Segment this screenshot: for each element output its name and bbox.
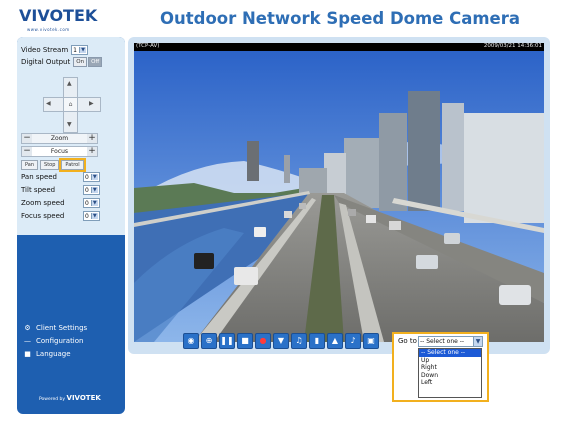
focus-label: Focus: [50, 148, 69, 155]
chevron-down-icon: ▼: [79, 47, 86, 53]
logo-text: VIVOTEK: [19, 6, 98, 25]
speaker-icon[interactable]: ♫: [291, 333, 307, 349]
stop-icon[interactable]: ■: [237, 333, 253, 349]
sidebar: Video Stream 1 ▼ Digital Output On Off ▲…: [17, 37, 125, 414]
goto-options-list: -- Select one -- Up Right Down Left: [418, 348, 482, 398]
arrow-down-icon[interactable]: ▼: [67, 121, 72, 128]
chevron-down-icon: ▼: [90, 174, 98, 180]
stop-button[interactable]: Stop: [40, 160, 60, 170]
zoom-speed-value: 0: [85, 199, 89, 207]
tilt-speed-value: 0: [85, 186, 89, 194]
video-overlay-bar: (TCP-AV) 2009/03/21 14:36:01: [134, 43, 544, 51]
vivotek-logo: VIVOTEK www.vivotek.com: [19, 6, 114, 33]
pan-speed-row: Pan speed 0 ▼: [21, 172, 100, 182]
focus-speed-value: 0: [85, 212, 89, 220]
stream-protocol: (TCP-AV): [136, 43, 160, 49]
video-stream-select[interactable]: 1 ▼: [71, 45, 88, 55]
video-panel: (TCP-AV) 2009/03/21 14:36:01: [128, 37, 550, 354]
sidebar-item-language[interactable]: ■ Language: [23, 347, 87, 360]
chevron-down-icon: ▼: [90, 200, 98, 206]
chevron-down-icon: ▼: [90, 187, 98, 193]
pan-button[interactable]: Pan: [21, 160, 39, 170]
chevron-down-icon: ▼: [473, 337, 482, 346]
wrench-icon: —: [24, 336, 31, 345]
pause-icon[interactable]: ❚❚: [219, 333, 235, 349]
digital-zoom-icon[interactable]: ⊕: [201, 333, 217, 349]
camera-page: Video Stream 1 ▼ Digital Output On Off ▲…: [0, 0, 571, 423]
sidebar-links: ⚙ Client Settings — Configuration ■ Lang…: [23, 321, 87, 360]
goto-option[interactable]: -- Select one --: [419, 349, 481, 357]
mic-mute-icon[interactable]: ♪: [345, 333, 361, 349]
home-icon[interactable]: ⌂: [63, 97, 78, 112]
focus-near-button[interactable]: −: [22, 147, 32, 156]
zoom-control: − Zoom +: [21, 133, 98, 144]
fullscreen-icon[interactable]: ▣: [363, 333, 379, 349]
zoom-speed-select[interactable]: 0 ▼: [83, 198, 100, 208]
video-stream-row: Video Stream 1 ▼: [21, 45, 88, 55]
video-stream-value: 1: [73, 46, 77, 54]
powered-by-text: Powered by: [39, 397, 66, 402]
tilt-speed-select[interactable]: 0 ▼: [83, 185, 100, 195]
arrow-right-icon[interactable]: ▶: [89, 100, 94, 107]
talk-icon[interactable]: ▮: [309, 333, 325, 349]
zoom-speed-row: Zoom speed 0 ▼: [21, 198, 100, 208]
patrol-buttons: Pan Stop Patrol: [21, 158, 86, 172]
zoom-speed-label: Zoom speed: [21, 199, 65, 207]
focus-speed-label: Focus speed: [21, 212, 65, 220]
focus-speed-select[interactable]: 0 ▼: [83, 211, 100, 221]
gear-icon: ⚙: [24, 323, 31, 332]
record-icon[interactable]: ●: [255, 333, 271, 349]
focus-control: − Focus +: [21, 146, 98, 157]
arrow-left-icon[interactable]: ◀: [46, 100, 51, 107]
goto-option[interactable]: Up: [419, 357, 481, 365]
pan-speed-value: 0: [85, 173, 89, 181]
tilt-speed-label: Tilt speed: [21, 186, 56, 194]
video-timestamp: 2009/03/21 14:36:01: [483, 43, 542, 49]
volume-icon[interactable]: ▼: [273, 333, 289, 349]
zoom-in-button[interactable]: +: [87, 134, 97, 143]
goto-select[interactable]: -- Select one -- ▼: [418, 336, 483, 347]
page-title: Outdoor Network Speed Dome Camera: [159, 9, 521, 28]
goto-preset: Go to -- Select one -- ▼ -- Select one -…: [392, 332, 489, 402]
digital-output-on-button[interactable]: On: [73, 57, 88, 67]
sidebar-item-configuration[interactable]: — Configuration: [23, 334, 87, 347]
powered-by-brand: VIVOTEK: [66, 394, 101, 402]
control-panel: Video Stream 1 ▼ Digital Output On Off ▲…: [17, 37, 125, 235]
logo-tagline: www.vivotek.com: [27, 27, 70, 32]
sidebar-item-client-settings[interactable]: ⚙ Client Settings: [23, 321, 87, 334]
patrol-button[interactable]: Patrol: [59, 158, 86, 172]
speech-bubble-icon: ■: [24, 349, 31, 358]
goto-select-value: -- Select one --: [420, 338, 465, 345]
goto-option[interactable]: Left: [419, 379, 481, 387]
arrow-up-icon[interactable]: ▲: [67, 80, 72, 87]
pan-speed-label: Pan speed: [21, 173, 58, 181]
goto-option[interactable]: Down: [419, 372, 481, 380]
video-stream-label: Video Stream: [21, 46, 69, 54]
focus-speed-row: Focus speed 0 ▼: [21, 211, 100, 221]
camera-snapshot-icon[interactable]: ◉: [183, 333, 199, 349]
microphone-icon[interactable]: ▲: [327, 333, 343, 349]
zoom-label: Zoom: [50, 135, 69, 142]
sidebar-item-label: Client Settings: [36, 323, 88, 332]
digital-output-label: Digital Output: [21, 58, 71, 66]
ptz-direction-pad: ▲ ▼ ◀ ▶ ⌂: [43, 77, 101, 133]
video-toolbar: ◉ ⊕ ❚❚ ■ ● ▼ ♫ ▮ ▲ ♪ ▣: [183, 333, 381, 349]
zoom-out-button[interactable]: −: [22, 134, 32, 143]
powered-by: Powered by VIVOTEK: [39, 394, 101, 402]
digital-output-row: Digital Output On Off: [21, 57, 103, 67]
digital-output-off-button[interactable]: Off: [88, 57, 103, 67]
focus-far-button[interactable]: +: [87, 147, 97, 156]
video-frame-image: [134, 51, 544, 342]
chevron-down-icon: ▼: [90, 213, 98, 219]
tilt-speed-row: Tilt speed 0 ▼: [21, 185, 100, 195]
goto-label: Go to: [398, 337, 417, 345]
live-video[interactable]: (TCP-AV) 2009/03/21 14:36:01: [134, 43, 544, 342]
goto-option[interactable]: Right: [419, 364, 481, 372]
pan-speed-select[interactable]: 0 ▼: [83, 172, 100, 182]
sidebar-item-label: Language: [36, 349, 71, 358]
sidebar-item-label: Configuration: [36, 336, 84, 345]
